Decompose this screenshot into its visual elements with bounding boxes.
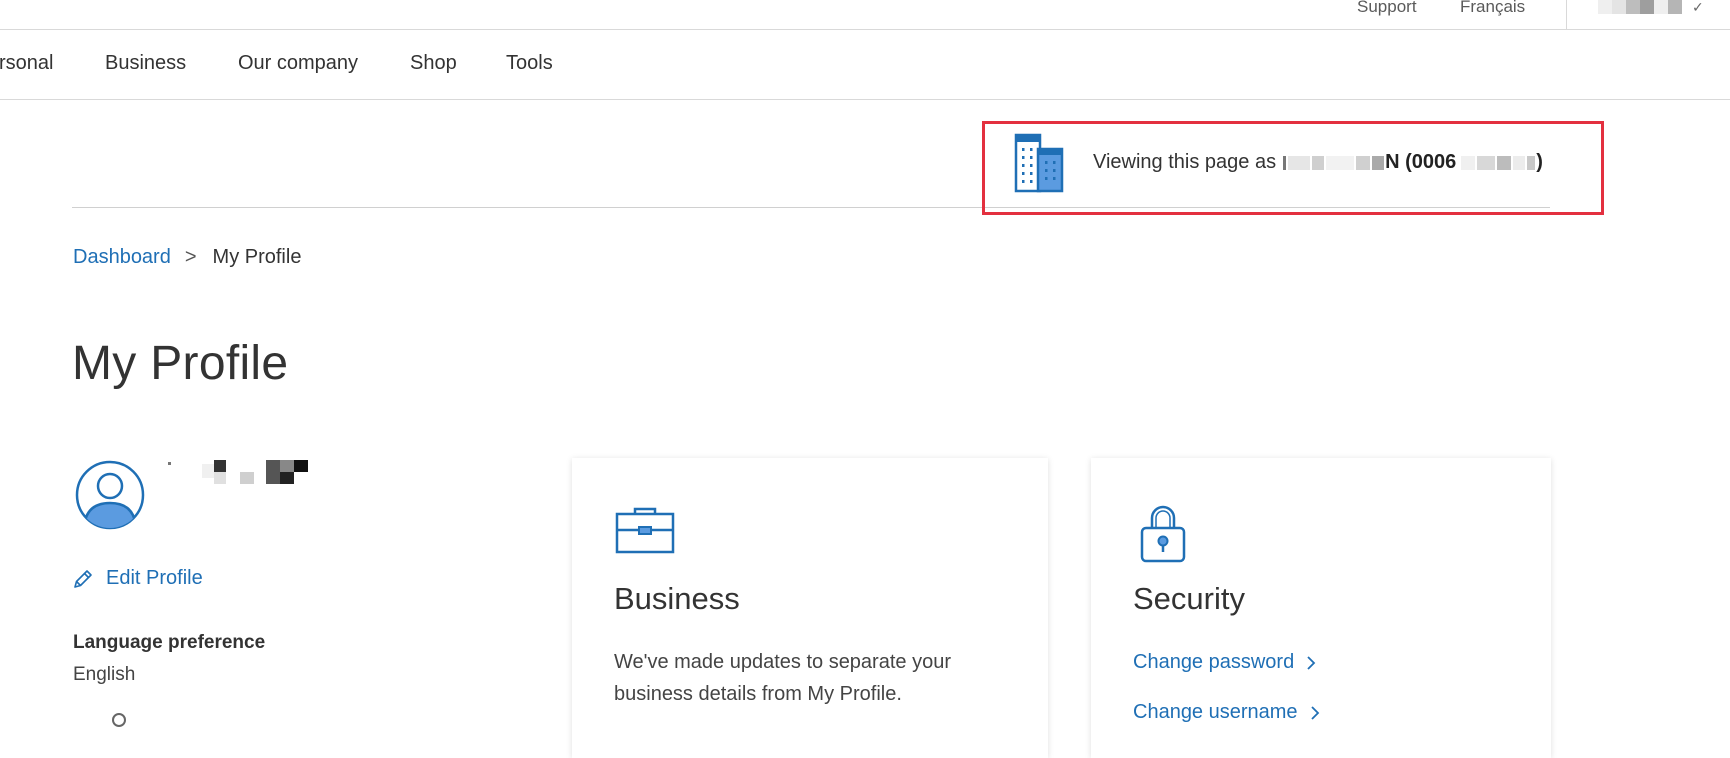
nav-item-business[interactable]: Business (105, 52, 186, 75)
page-title: My Profile (72, 337, 289, 390)
security-card: Security Change password Change username (1091, 458, 1551, 758)
breadcrumb-current: My Profile (212, 246, 302, 268)
business-text-line-2: business details from My Profile. (614, 683, 902, 705)
business-card-text: We've made updates to separate your busi… (614, 646, 951, 710)
business-card: Business We've made updates to separate … (572, 458, 1048, 758)
nav-item-shop[interactable]: Shop (410, 52, 457, 75)
language-preference-label: Language preference (73, 632, 266, 653)
nav-item-tools[interactable]: Tools (506, 52, 553, 75)
viewing-name-end: N (0006 (1385, 151, 1457, 173)
lock-icon (1140, 505, 1186, 563)
breadcrumb-dashboard-link[interactable]: Dashboard (73, 246, 171, 269)
building-icon (1014, 133, 1064, 193)
masked-business-number (1460, 151, 1536, 174)
change-password-link[interactable]: Change password (1133, 651, 1316, 674)
briefcase-icon (615, 507, 675, 554)
masked-business-name (1282, 151, 1385, 174)
chevron-right-icon (1310, 705, 1319, 720)
viewing-suffix: ) (1536, 151, 1543, 173)
nav-item-our-company[interactable]: Our company (238, 52, 358, 75)
breadcrumb-chevron-icon: > (184, 246, 197, 268)
user-avatar-icon (75, 460, 145, 530)
main-nav: rsonal Business Our company Shop Tools (0, 29, 1730, 100)
viewing-prefix: Viewing this page as (1093, 151, 1277, 173)
chevron-right-icon (1307, 655, 1316, 670)
nav-item-personal[interactable]: rsonal (0, 52, 53, 75)
support-link[interactable]: Support (1357, 0, 1417, 17)
language-toggle-link[interactable]: Français (1460, 0, 1525, 17)
change-username-link[interactable]: Change username (1133, 701, 1320, 724)
breadcrumb: Dashboard > My Profile (73, 246, 301, 269)
business-text-line-1: We've made updates to separate your (614, 651, 951, 673)
edit-profile-label: Edit Profile (106, 567, 203, 589)
check-icon: ✓ (1692, 0, 1704, 15)
language-preference-value: English (73, 664, 136, 685)
account-menu[interactable]: ✓ (1598, 0, 1704, 14)
partial-icon (112, 713, 126, 727)
change-username-label: Change username (1133, 701, 1298, 723)
edit-profile-link[interactable]: Edit Profile (72, 567, 203, 590)
utility-bar: Support Français ✓ (0, 0, 1730, 30)
masked-account-name (1598, 0, 1612, 14)
security-card-title: Security (1133, 581, 1245, 616)
business-card-title: Business (614, 581, 740, 616)
masked-user-name (168, 460, 324, 488)
viewing-as-text: Viewing this page as N (0006 ) (1093, 151, 1543, 174)
change-password-label: Change password (1133, 651, 1295, 673)
pencil-icon (74, 569, 92, 588)
utility-divider (1566, 0, 1567, 29)
